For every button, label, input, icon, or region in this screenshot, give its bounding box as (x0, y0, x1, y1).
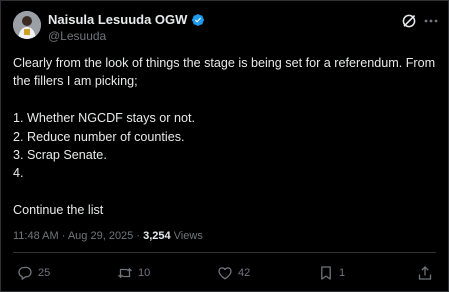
views-label: Views (173, 230, 203, 242)
tweet-card: Naisula Lesuuda OGW @Lesuuda Clearly fro… (0, 0, 449, 292)
reply-button[interactable]: 25 (17, 265, 50, 281)
author-name-row: Naisula Lesuuda OGW (48, 12, 205, 27)
like-button[interactable]: 42 (217, 265, 250, 281)
like-icon (218, 267, 232, 280)
share-icon (418, 266, 432, 280)
bookmark-icon (321, 266, 331, 280)
repost-count: 10 (138, 267, 151, 279)
tweet-time[interactable]: 11:48 AM (13, 230, 59, 242)
verified-badge-icon[interactable] (191, 13, 205, 27)
meta-separator: · (58, 230, 68, 242)
repost-button[interactable]: 10 (117, 265, 150, 281)
tweet-text: Clearly from the look of things the stag… (13, 56, 436, 218)
bookmark-button[interactable]: 1 (318, 265, 345, 281)
reply-count: 25 (38, 267, 51, 279)
bookmark-count: 1 (339, 267, 346, 279)
views-count[interactable]: 3,254 (143, 230, 171, 242)
more-icon[interactable] (423, 13, 439, 29)
divider (13, 252, 436, 253)
repost-icon (118, 267, 132, 279)
reply-icon (18, 266, 32, 280)
tweet-meta: 11:48 AM · Aug 29, 2025 · 3,254 Views (13, 230, 203, 242)
meta-separator: · (133, 230, 144, 242)
grok-icon[interactable] (401, 13, 417, 29)
author-handle[interactable]: @Lesuuda (48, 29, 106, 43)
avatar[interactable] (13, 11, 41, 39)
tweet-date[interactable]: Aug 29, 2025 (68, 230, 133, 242)
author-display-name[interactable]: Naisula Lesuuda OGW (48, 12, 187, 27)
like-count: 42 (238, 267, 251, 279)
share-button[interactable] (417, 265, 433, 281)
